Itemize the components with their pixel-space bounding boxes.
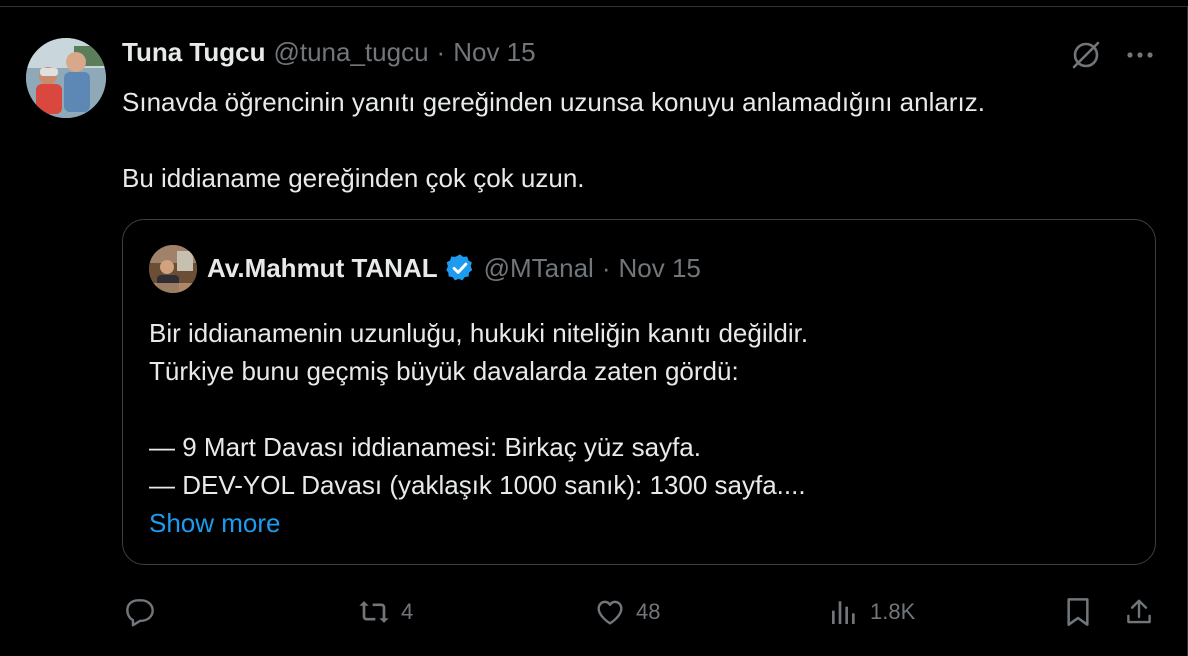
tweet-date[interactable]: Nov 15 [453,37,535,68]
verified-badge-icon [444,252,476,284]
quote-author-name: Av.Mahmut TANAL [207,252,438,283]
separator-dot: · [436,36,446,67]
quote-text: Bir iddianamenin uzunluğu, hukuki niteli… [149,314,1129,504]
share-icon [1124,596,1154,628]
author-handle[interactable]: @tuna_tugcu [273,37,428,68]
author-name[interactable]: Tuna Tugcu [122,37,265,68]
quote-avatar [149,245,197,293]
quote-text-line: — 9 Mart Davası iddianamesi: Birkaç yüz … [149,432,701,462]
avatar[interactable] [26,38,106,118]
tweet-header: Tuna Tugcu @tuna_tugcu · Nov 15 [122,35,536,69]
analytics-icon [828,596,860,628]
action-bar: 4 48 1.8K [0,595,1187,629]
quote-date: Nov 15 [618,252,701,283]
like-button[interactable]: 48 [594,595,660,629]
quoted-tweet[interactable]: Av.Mahmut TANAL @MTanal · Nov 15 Bir idd… [122,219,1156,565]
quote-header: Av.Mahmut TANAL @MTanal · Nov 15 [207,251,701,285]
reply-icon [124,596,156,628]
grok-icon[interactable] [1068,37,1104,73]
quote-text-line: Türkiye bunu geçmiş büyük davalarda zate… [149,356,739,386]
bookmark-icon [1064,596,1092,628]
repost-count: 4 [401,599,414,624]
views-button[interactable]: 1.8K [828,595,915,629]
share-button[interactable] [1124,595,1154,629]
tweet-text-line: Bu iddianame gereğinden çok çok uzun. [122,163,585,193]
tweet-text: Sınavda öğrencinin yanıtı gereğinden uzu… [122,83,1152,197]
bookmark-button[interactable] [1064,595,1092,629]
like-count: 48 [636,599,661,624]
repost-button[interactable]: 4 [357,595,413,629]
reply-button[interactable] [124,595,166,629]
quote-author-handle: @MTanal [483,252,594,283]
views-count: 1.8K [870,599,916,624]
heart-icon [594,596,626,628]
tweet-text-line: Sınavda öğrencinin yanıtı gereğinden uzu… [122,87,985,117]
quote-text-line: — DEV-YOL Davası (yaklaşık 1000 sanık): … [149,470,806,500]
show-more-link[interactable]: Show more [149,504,281,542]
separator-dot: · [601,252,611,283]
tweet[interactable]: Tuna Tugcu @tuna_tugcu · Nov 15 Sınavda … [0,7,1187,656]
more-icon[interactable] [1122,43,1158,67]
repost-icon [357,596,391,628]
quote-text-line: Bir iddianamenin uzunluğu, hukuki niteli… [149,318,809,348]
